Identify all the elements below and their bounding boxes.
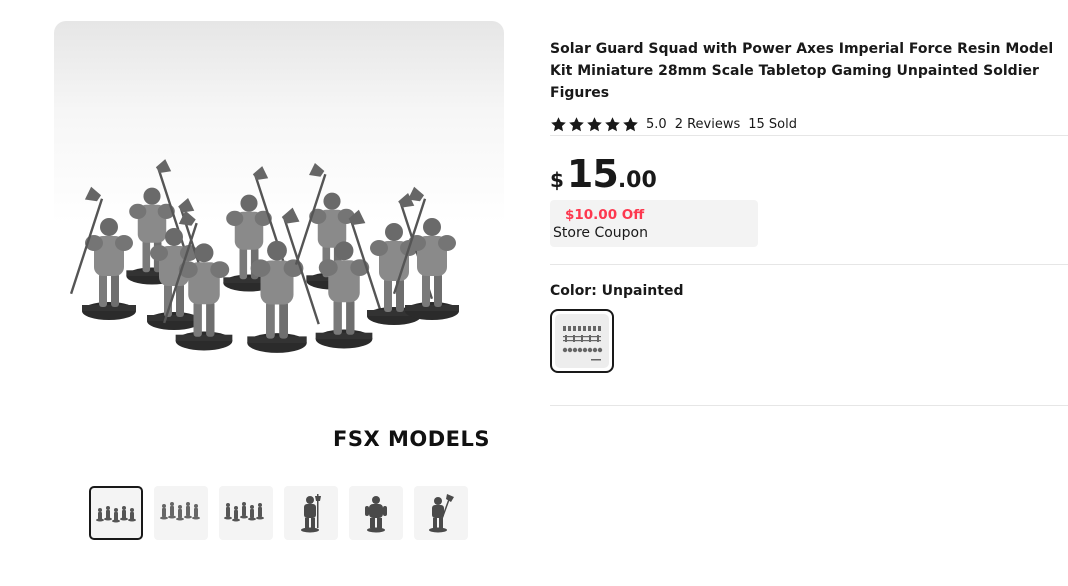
- thumbnail-squad-image: [96, 506, 136, 523]
- swatch-image: [555, 314, 609, 368]
- star-icon: [569, 116, 584, 131]
- price-decimal: .00: [617, 168, 657, 193]
- brand-watermark: FSX MODELS: [332, 427, 490, 451]
- thumbnail-2[interactable]: [154, 486, 208, 540]
- thumbnail-6[interactable]: [414, 486, 468, 540]
- thumbnail-single-figure-image: [301, 494, 321, 533]
- product-info-panel: Solar Guard Squad with Power Axes Imperi…: [550, 38, 1068, 133]
- thumbnail-squad-image: [160, 502, 200, 521]
- thumbnail-1[interactable]: [89, 486, 143, 540]
- star-icon: [623, 116, 638, 131]
- star-icon: [605, 116, 620, 131]
- sold-count: 15 Sold: [748, 116, 797, 132]
- thumbnail-single-figure-image: [365, 496, 387, 533]
- thumbnail-5[interactable]: [349, 486, 403, 540]
- star-icon: [587, 116, 602, 131]
- thumbnail-squad-image: [224, 502, 264, 522]
- product-title: Solar Guard Squad with Power Axes Imperi…: [550, 41, 1054, 101]
- rating-row: 5.0 2 Reviews 15 Sold: [550, 115, 1068, 133]
- star-icon: [551, 116, 566, 131]
- price-currency: $: [550, 168, 564, 192]
- star-rating: [550, 116, 639, 133]
- swatch-sprue-image: [562, 326, 603, 361]
- thumbnail-4[interactable]: [284, 486, 338, 540]
- thumbnail-single-figure-image: [429, 494, 454, 533]
- coupon-label: Store Coupon: [553, 225, 648, 241]
- reviews-link[interactable]: 2 Reviews: [675, 117, 741, 132]
- price: $ 15 .00: [550, 152, 657, 196]
- thumbnail-3[interactable]: [219, 486, 273, 540]
- color-swatch-unpainted[interactable]: [550, 309, 614, 373]
- store-coupon[interactable]: $10.00 Off Store Coupon: [550, 200, 758, 247]
- divider: [550, 264, 1068, 265]
- miniatures-illustration: [69, 159, 459, 353]
- divider: [550, 405, 1068, 406]
- price-integer: 15: [566, 152, 619, 196]
- color-label: Color: Unpainted: [550, 283, 684, 299]
- rating-value: 5.0: [646, 116, 667, 132]
- divider: [550, 135, 1068, 136]
- thumbnail-strip: [89, 486, 468, 540]
- main-product-image[interactable]: FSX MODELS: [54, 21, 504, 471]
- coupon-discount: $10.00 Off: [565, 207, 645, 223]
